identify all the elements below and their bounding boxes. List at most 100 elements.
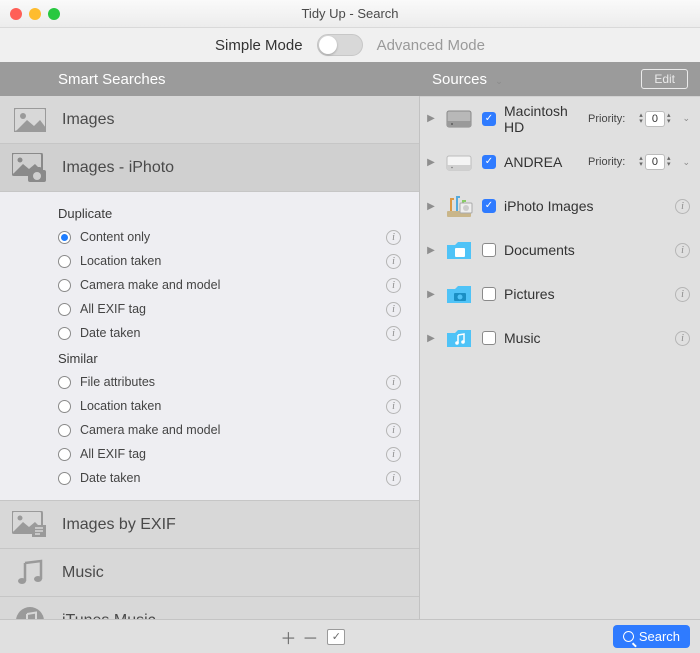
category-itunes-music[interactable]: iTunes Music xyxy=(0,597,419,619)
option-dup-4[interactable]: Date takeni xyxy=(58,321,419,345)
info-icon[interactable]: i xyxy=(386,399,401,414)
option-dup-2[interactable]: Camera make and modeli xyxy=(58,273,419,297)
radio-button[interactable] xyxy=(58,231,71,244)
option-dup-0[interactable]: Content onlyi xyxy=(58,225,419,249)
remove-button[interactable]: － xyxy=(299,627,321,647)
music-icon xyxy=(12,558,48,588)
source-checkbox[interactable] xyxy=(482,331,496,345)
info-icon[interactable]: i xyxy=(386,375,401,390)
disclosure-triangle-icon[interactable]: ▶ xyxy=(426,113,436,124)
check-all-button[interactable]: ✓ xyxy=(327,629,345,645)
source-row-0[interactable]: ▶Macintosh HDPriority:▴▾0▴▾⌄ xyxy=(420,96,700,140)
footer-toolbar: ＋ － ✓ Search xyxy=(0,619,700,653)
info-icon[interactable]: i xyxy=(386,326,401,341)
option-label: Date taken xyxy=(80,471,386,485)
chevron-down-icon[interactable]: ⌄ xyxy=(682,157,690,168)
disclosure-triangle-icon[interactable]: ▶ xyxy=(426,333,436,344)
images-iphoto-icon xyxy=(12,153,48,183)
category-label: Images by EXIF xyxy=(62,516,176,534)
duplicate-group-header: Duplicate xyxy=(58,200,419,225)
category-images[interactable]: Images xyxy=(0,96,419,144)
priority-stepper[interactable]: ▴▾0▴▾ xyxy=(639,154,670,170)
option-dup-1[interactable]: Location takeni xyxy=(58,249,419,273)
disclosure-triangle-icon[interactable]: ▶ xyxy=(426,157,436,168)
info-icon[interactable]: i xyxy=(386,423,401,438)
info-icon[interactable]: i xyxy=(675,287,690,302)
source-name: Music xyxy=(504,330,661,346)
info-icon[interactable]: i xyxy=(675,243,690,258)
info-icon[interactable]: i xyxy=(386,447,401,462)
info-icon[interactable]: i xyxy=(675,331,690,346)
radio-button[interactable] xyxy=(58,376,71,389)
category-label: Music xyxy=(62,564,104,582)
category-images-iphoto[interactable]: Images - iPhoto xyxy=(0,144,419,192)
radio-button[interactable] xyxy=(58,303,71,316)
source-name: Documents xyxy=(504,242,661,258)
option-label: Camera make and model xyxy=(80,278,386,292)
info-icon[interactable]: i xyxy=(675,199,690,214)
priority-stepper[interactable]: ▴▾0▴▾ xyxy=(639,111,670,127)
info-icon[interactable]: i xyxy=(386,254,401,269)
info-icon[interactable]: i xyxy=(386,302,401,317)
option-sim-4[interactable]: Date takeni xyxy=(58,466,419,490)
source-row-2[interactable]: ▶ iPhoto Images i xyxy=(420,184,700,228)
radio-button[interactable] xyxy=(58,424,71,437)
edit-button[interactable]: Edit xyxy=(641,69,688,89)
category-images-exif[interactable]: Images by EXIF xyxy=(0,501,419,549)
radio-button[interactable] xyxy=(58,472,71,485)
info-icon[interactable]: i xyxy=(386,230,401,245)
option-sim-0[interactable]: File attributesi xyxy=(58,370,419,394)
radio-button[interactable] xyxy=(58,255,71,268)
add-button[interactable]: ＋ xyxy=(277,627,299,647)
itunes-music-icon xyxy=(12,606,48,620)
option-dup-3[interactable]: All EXIF tagi xyxy=(58,297,419,321)
source-checkbox[interactable] xyxy=(482,155,496,169)
category-music[interactable]: Music xyxy=(0,549,419,597)
disclosure-triangle-icon[interactable]: ▶ xyxy=(426,201,436,212)
radio-button[interactable] xyxy=(58,400,71,413)
priority-value: 0 xyxy=(645,154,665,170)
option-sim-2[interactable]: Camera make and modeli xyxy=(58,418,419,442)
info-icon[interactable]: i xyxy=(386,471,401,486)
titlebar: Tidy Up - Search xyxy=(0,0,700,28)
disclosure-triangle-icon[interactable]: ▶ xyxy=(426,245,436,256)
smart-searches-header: Smart Searches xyxy=(0,71,420,88)
images-exif-icon xyxy=(12,510,48,540)
mode-toggle-switch[interactable] xyxy=(317,34,363,56)
info-icon[interactable]: i xyxy=(386,278,401,293)
source-checkbox[interactable] xyxy=(482,112,496,126)
option-label: Camera make and model xyxy=(80,423,386,437)
sources-header[interactable]: Sources ⌄ xyxy=(432,71,503,88)
sources-pane: ▶Macintosh HDPriority:▴▾0▴▾⌄▶ANDREAPrior… xyxy=(420,96,700,619)
category-label: iTunes Music xyxy=(62,612,156,620)
radio-button[interactable] xyxy=(58,448,71,461)
category-label: Images - iPhoto xyxy=(62,159,174,177)
source-checkbox[interactable] xyxy=(482,199,496,213)
source-row-4[interactable]: ▶Picturesi xyxy=(420,272,700,316)
search-icon xyxy=(623,631,634,642)
source-name: ANDREA xyxy=(504,154,580,170)
source-row-3[interactable]: ▶ Documents i xyxy=(420,228,700,272)
search-button[interactable]: Search xyxy=(613,625,690,648)
similar-group-header: Similar xyxy=(58,345,419,370)
source-row-5[interactable]: ▶ Musici xyxy=(420,316,700,360)
source-row-1[interactable]: ▶ANDREAPriority:▴▾0▴▾⌄ xyxy=(420,140,700,184)
source-name: Macintosh HD xyxy=(504,103,580,135)
column-headers: Smart Searches Sources ⌄ Edit xyxy=(0,62,700,96)
smart-searches-pane: Images Images - iPhoto Duplicate Content… xyxy=(0,96,420,619)
option-label: All EXIF tag xyxy=(80,447,386,461)
radio-button[interactable] xyxy=(58,279,71,292)
option-sim-1[interactable]: Location takeni xyxy=(58,394,419,418)
window-title: Tidy Up - Search xyxy=(10,6,690,21)
priority-value: 0 xyxy=(645,111,665,127)
mode-bar: Simple Mode Advanced Mode xyxy=(0,28,700,62)
source-checkbox[interactable] xyxy=(482,287,496,301)
option-label: All EXIF tag xyxy=(80,302,386,316)
option-sim-3[interactable]: All EXIF tagi xyxy=(58,442,419,466)
radio-button[interactable] xyxy=(58,327,71,340)
source-name: iPhoto Images xyxy=(504,198,661,214)
option-label: Location taken xyxy=(80,399,386,413)
disclosure-triangle-icon[interactable]: ▶ xyxy=(426,289,436,300)
chevron-down-icon[interactable]: ⌄ xyxy=(682,113,690,124)
source-checkbox[interactable] xyxy=(482,243,496,257)
